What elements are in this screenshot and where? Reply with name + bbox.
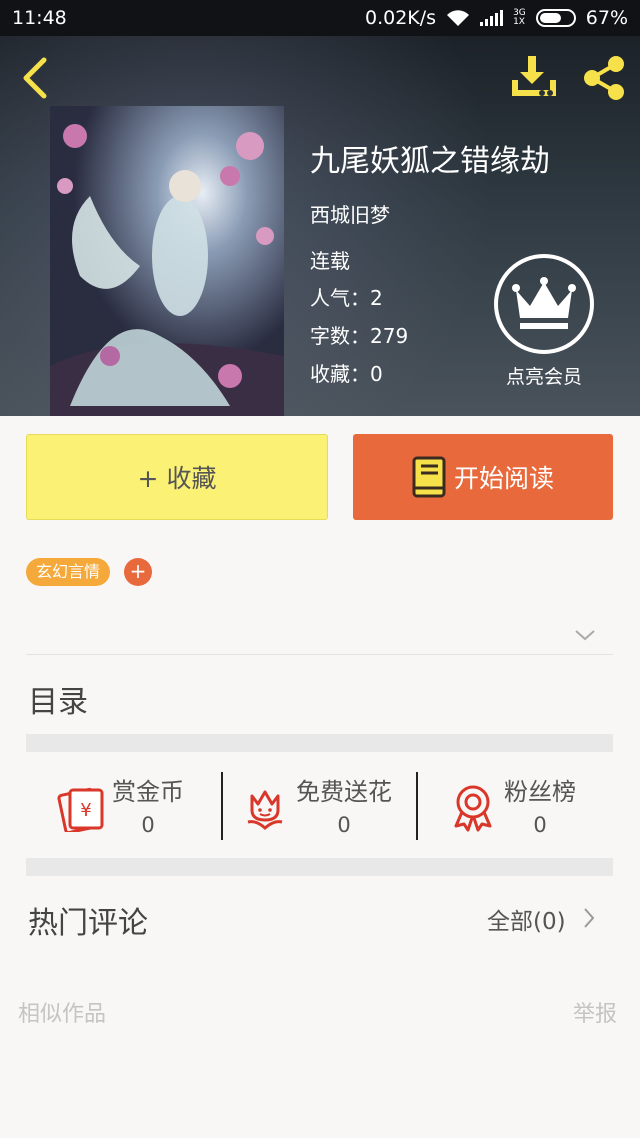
add-tag-button[interactable]: + [124,558,152,586]
battery-icon [535,9,576,27]
vip-label: 点亮会员 [505,366,582,388]
reward-coins[interactable]: ¥ 赏金币 0 [56,772,184,840]
start-reading-label: 开始阅读 [453,464,554,493]
fan-ranking-label: 粉丝榜 [504,778,576,806]
reward-coins-value: 0 [141,813,155,837]
section-separator [26,858,613,876]
hot-comments-title: 热门评论 [28,906,148,941]
free-flowers[interactable]: 免费送花 0 [240,772,392,840]
status-time: 11:48 [12,7,67,29]
book-author[interactable]: 西城旧梦 [310,199,390,228]
collect-button[interactable]: + 收藏 [26,434,328,520]
chevron-down-icon[interactable] [574,628,596,642]
start-reading-button[interactable]: 开始阅读 [353,434,613,520]
fan-ranking[interactable]: 粉丝榜 0 [448,772,576,840]
battery-percent: 67% [585,7,628,29]
genre-tag[interactable]: 玄幻言情 [26,558,111,586]
vip-button[interactable]: 点亮会员 [494,254,594,394]
book-header: 九尾妖狐之错缘劫 西城旧梦 连载 人气：2 字数：279 收藏：0 点亮会员 [0,36,640,416]
stat-divider [221,772,223,840]
share-icon[interactable] [580,54,628,102]
free-flowers-value: 0 [337,813,351,837]
book-title: 九尾妖狐之错缘劫 [310,144,550,179]
all-comments-link[interactable]: 全部(0) [487,902,566,936]
reward-coins-label: 赏金币 [112,778,184,806]
book-status: 连载 [310,249,350,273]
back-icon[interactable] [18,54,54,102]
stat-divider [416,772,418,840]
book-icon [412,456,446,498]
network-type: 3G 1X [513,8,526,27]
book-word-count: 字数：279 [310,324,409,348]
crown-icon [494,254,594,354]
similar-works-label: 相似作品 [18,1002,107,1027]
free-flowers-label: 免费送花 [296,778,392,806]
chevron-right-icon[interactable] [582,906,596,930]
status-bar: 11:48 0.02K/s 3G 1X 67% [0,0,640,36]
red-envelope-icon: ¥ [57,787,104,832]
book-popularity: 人气：2 [310,286,383,310]
section-separator [26,734,613,752]
fan-ranking-value: 0 [533,813,547,837]
download-icon[interactable] [508,54,560,100]
divider [26,654,613,655]
svg-text:¥: ¥ [80,800,91,821]
medal-icon [454,785,492,832]
flower-icon [247,790,283,831]
wifi-icon [447,10,470,26]
book-cover-image[interactable] [50,106,284,416]
catalog-title[interactable]: 目录 [28,677,88,721]
book-favorites: 收藏：0 [310,362,383,386]
network-speed: 0.02K/s [364,7,437,29]
signal-icon [480,10,504,26]
report-link[interactable]: 举报 [573,996,617,1028]
